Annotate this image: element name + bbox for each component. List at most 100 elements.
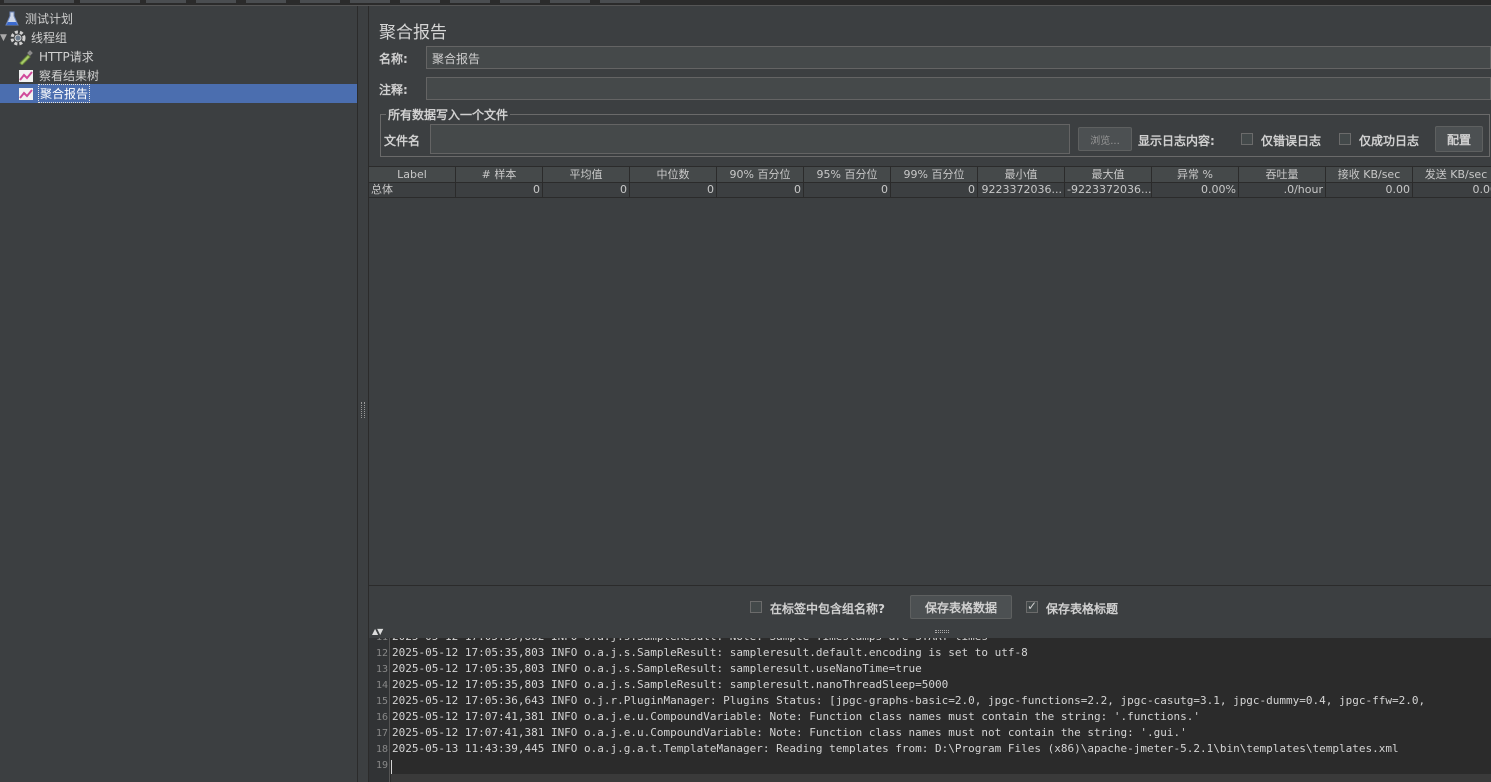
comment-label: 注释: (379, 83, 408, 97)
include-group-name-checkbox[interactable] (750, 601, 762, 613)
column-header[interactable]: # 样本 (456, 167, 543, 183)
line-number: 15 (375, 696, 388, 707)
tree-item-http-request[interactable]: HTTP请求 (18, 47, 95, 66)
filename-label: 文件名 (384, 134, 421, 148)
column-header[interactable]: Label (369, 167, 456, 183)
column-header[interactable]: 90% 百分位 (717, 167, 804, 183)
log-text: 2025-05-12 17:05:35,803 INFO o.a.j.s.Sam… (392, 678, 949, 691)
table-cell: 0.00% (1152, 183, 1239, 198)
expand-arrow-icon[interactable]: ▼ (0, 34, 8, 43)
aggregate-report-table[interactable]: Label # 样本 平均值 中位数 90% 百分位 95% 百分位 99% 百分位 最小值最… (369, 166, 1491, 586)
log-line: 18 2025-05-13 11:43:39,445 INFO o.a.j.g.a… (369, 741, 1491, 757)
pipette-icon (18, 49, 34, 65)
log-text: 2025-05-12 17:07:41,381 INFO o.a.j.e.u.C… (392, 710, 1200, 723)
comment-field[interactable] (426, 77, 1491, 100)
tree-item-label: 聚合报告 (38, 84, 91, 103)
tree-item-view-results-tree[interactable]: 察看结果树 (18, 66, 100, 85)
log-text: 2025-05-12 17:07:41,381 INFO o.a.j.e.u.C… (392, 726, 1187, 739)
line-number: 13 (375, 664, 388, 675)
tree-item-thread-group[interactable]: 线程组 (10, 28, 68, 47)
column-header[interactable]: 95% 百分位 (804, 167, 891, 183)
column-header[interactable]: 发送 KB/sec (1413, 167, 1491, 183)
table-cell: 0 (891, 183, 978, 198)
tree-item-label: 察看结果树 (39, 69, 100, 83)
include-group-name-label: 在标签中包含组名称? (770, 602, 885, 616)
table-cell: 0.00 (1326, 183, 1413, 198)
splitter-grip-icon (361, 402, 365, 418)
chart-icon (18, 68, 34, 84)
column-header[interactable]: 中位数 (630, 167, 717, 183)
save-table-header-checkbox[interactable] (1026, 599, 1038, 613)
table-options-bar: 在标签中包含组名称? 保存表格数据 保存表格标题 (369, 588, 1491, 628)
log-content-label: 显示日志内容: (1138, 134, 1215, 148)
column-header[interactable]: 平均值 (543, 167, 630, 183)
log-line: 12 2025-05-12 17:05:35,803 INFO o.a.j.s.S… (369, 645, 1491, 661)
browse-button[interactable]: 浏览... (1078, 127, 1132, 151)
save-table-header-label: 保存表格标题 (1046, 602, 1119, 616)
column-header[interactable]: 99% 百分位 (891, 167, 978, 183)
test-plan-tree[interactable]: 测试计划 ▼ 线程组 HTTP请求 察看结果树 聚合报告 (0, 6, 358, 782)
column-header[interactable]: 最大值 (1065, 167, 1152, 183)
table-header: Label # 样本 平均值 中位数 90% 百分位 95% 百分位 99% 百分位 最小值最… (369, 167, 1491, 183)
name-field[interactable]: 聚合报告 (426, 46, 1491, 69)
line-number: 12 (375, 648, 388, 659)
file-output-legend: 所有数据写入一个文件 (386, 106, 511, 123)
log-line: 112025-05-12 17:05:35,802 INFO o.a.j.s.S… (369, 638, 1491, 645)
column-header[interactable]: 最小值 (978, 167, 1065, 183)
configure-button[interactable]: 配置 (1435, 126, 1483, 152)
collapse-arrows-icon[interactable]: ▲▼ (372, 627, 383, 636)
table-cell: 0 (717, 183, 804, 198)
table-row[interactable]: 总体 0 0 0 0 0 0 9223372036... -9223372036... 0.00%… (369, 183, 1491, 198)
aggregate-report-panel: 聚合报告 名称: 聚合报告 注释: 所有数据写入一个文件 文件名 浏览... 显… (369, 6, 1491, 782)
log-splitter[interactable]: ▲▼ (369, 626, 1491, 638)
success-only-checkbox[interactable] (1339, 133, 1351, 145)
tree-item-label: 线程组 (31, 31, 68, 45)
filename-field[interactable] (430, 124, 1070, 154)
horizontal-scrollbar[interactable] (391, 774, 1491, 782)
success-only-label: 仅成功日志 (1359, 134, 1420, 148)
log-line: 17 2025-05-12 17:07:41,381 INFO o.a.j.e.u… (369, 725, 1491, 741)
table-cell: 0.00 (1413, 183, 1491, 198)
save-table-data-button[interactable]: 保存表格数据 (910, 595, 1012, 619)
log-line: 15 2025-05-12 17:05:36,643 INFO o.j.r.Plu… (369, 693, 1491, 709)
log-text: 2025-05-13 11:43:39,445 INFO o.a.j.g.a.t… (392, 742, 1399, 755)
log-text: 2025-05-12 17:05:35,802 INFO o.a.j.s.Sam… (392, 638, 988, 645)
log-line: 16 2025-05-12 17:07:41,381 INFO o.a.j.e.u… (369, 709, 1491, 725)
log-text: 2025-05-12 17:05:35,803 INFO o.a.j.s.Sam… (392, 662, 922, 675)
errors-only-label: 仅错误日志 (1261, 134, 1322, 148)
line-number: 17 (375, 728, 388, 739)
panel-splitter[interactable] (358, 6, 369, 782)
table-cell: .0/hour (1239, 183, 1326, 198)
chart-icon (18, 86, 34, 102)
line-number: 16 (375, 712, 388, 723)
gear-icon (10, 30, 26, 46)
table-cell: 0 (630, 183, 717, 198)
line-number: 14 (375, 680, 388, 691)
log-line: 14 2025-05-12 17:05:35,803 INFO o.a.j.s.S… (369, 677, 1491, 693)
errors-only-checkbox[interactable] (1241, 133, 1253, 145)
tree-item-label: 测试计划 (25, 12, 74, 26)
column-header[interactable]: 异常 % (1152, 167, 1239, 183)
log-line: 19 (369, 757, 1491, 773)
table-cell: 总体 (369, 183, 456, 198)
table-cell: 0 (804, 183, 891, 198)
log-viewer[interactable]: 112025-05-12 17:05:35,802 INFO o.a.j.s.S… (369, 638, 1491, 782)
table-cell: 0 (456, 183, 543, 198)
line-number: 18 (375, 744, 388, 755)
column-header[interactable]: 吞吐量 (1239, 167, 1326, 183)
log-text: 2025-05-12 17:05:35,803 INFO o.a.j.s.Sam… (392, 646, 1028, 659)
page-title: 聚合报告 (379, 23, 447, 43)
line-number: 19 (375, 760, 388, 771)
splitter-grip-icon (935, 630, 949, 633)
tree-item-test-plan[interactable]: 测试计划 (4, 9, 74, 28)
log-text: 2025-05-12 17:05:36,643 INFO o.j.r.Plugi… (392, 694, 1426, 707)
tree-item-label: HTTP请求 (39, 50, 94, 64)
log-line: 13 2025-05-12 17:05:35,803 INFO o.a.j.s.S… (369, 661, 1491, 677)
table-cell: 9223372036... (978, 183, 1065, 198)
column-header[interactable]: 接收 KB/sec (1326, 167, 1413, 183)
tree-item-aggregate-report[interactable]: 聚合报告 (0, 84, 357, 103)
flask-icon (4, 11, 20, 27)
table-cell: 0 (543, 183, 630, 198)
name-label: 名称: (379, 52, 408, 66)
table-cell: -9223372036... (1065, 183, 1152, 198)
